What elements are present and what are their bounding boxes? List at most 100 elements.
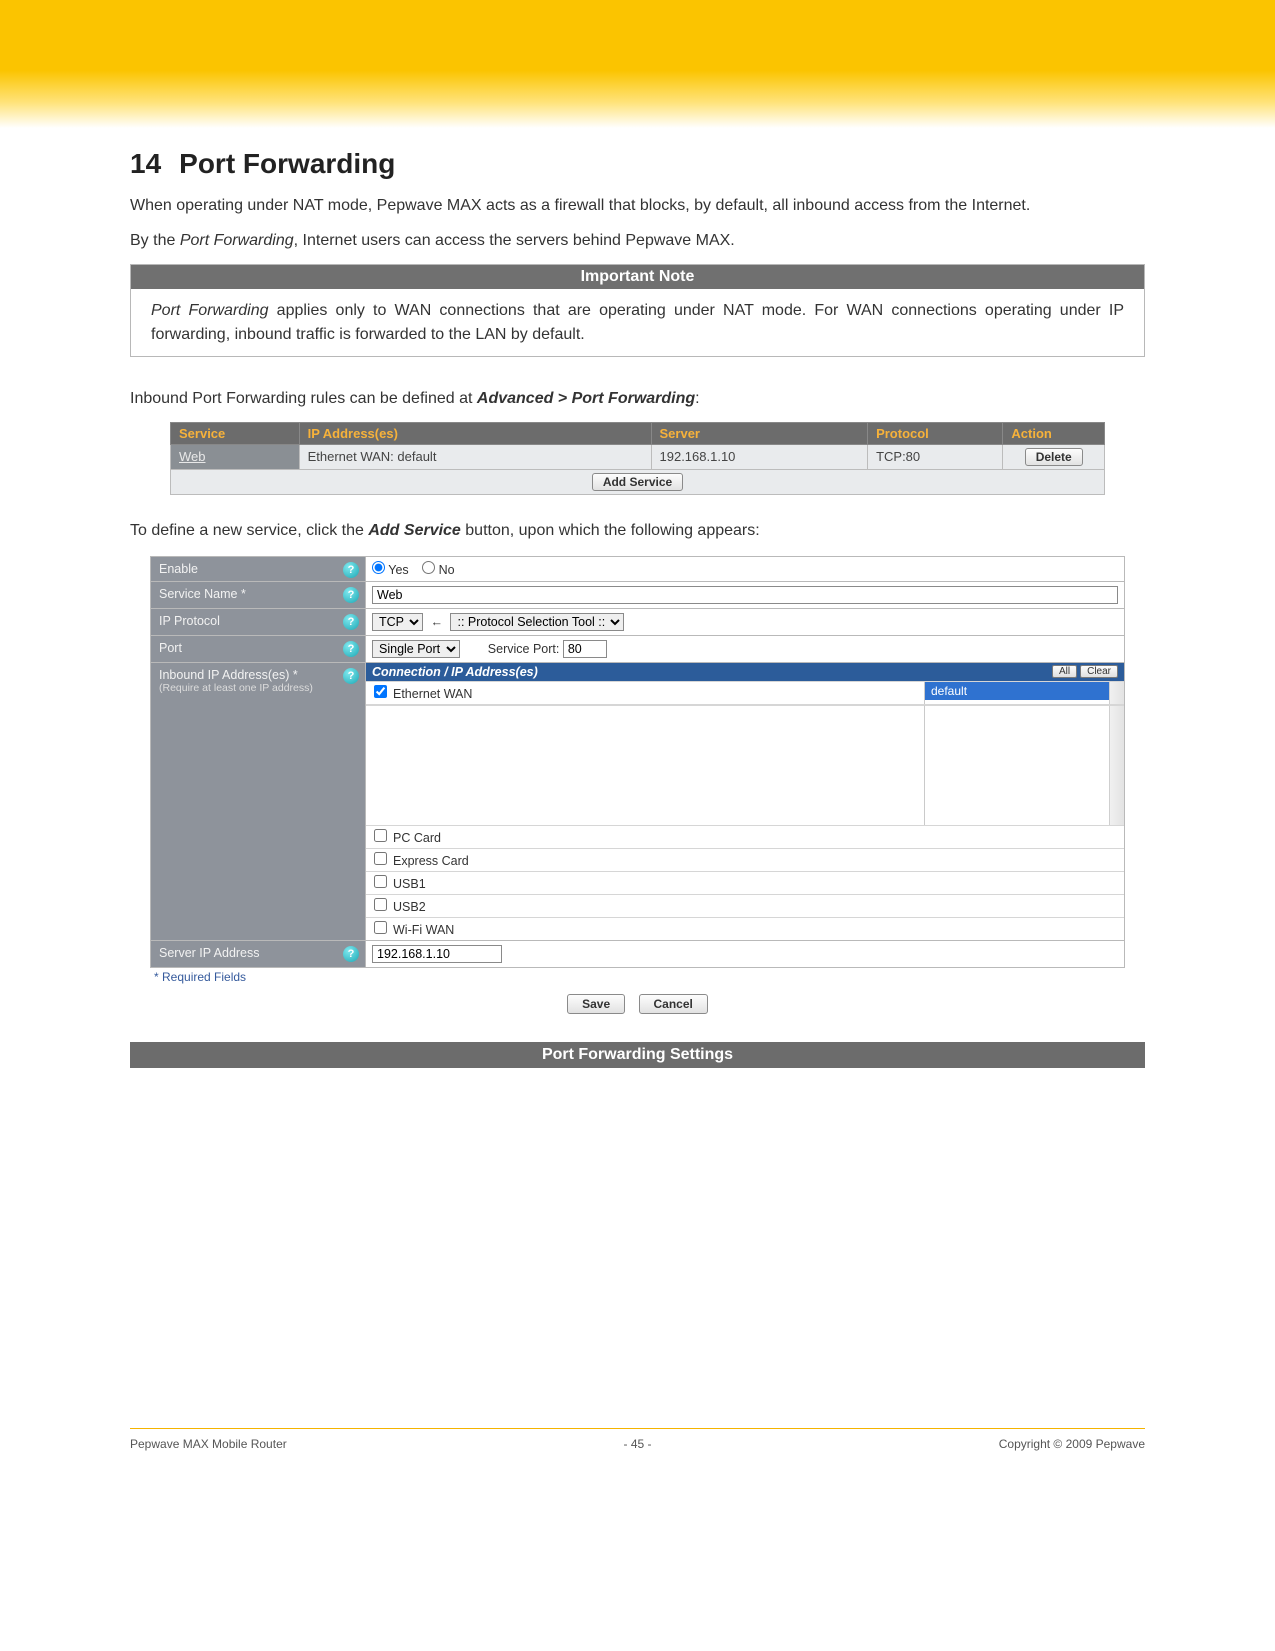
clear-button[interactable]: Clear	[1080, 665, 1118, 678]
pc-card-checkbox[interactable]	[374, 829, 387, 842]
add-service-button[interactable]: Add Service	[592, 473, 683, 491]
label-ip-protocol: IP Protocol ?	[151, 609, 366, 636]
note-header: Important Note	[131, 265, 1144, 289]
label-service-name: Service Name * ?	[151, 582, 366, 609]
connection-main-row: Ethernet WAN default	[366, 681, 1124, 704]
section-heading: 14 Port Forwarding	[130, 148, 1145, 180]
label-service-name-text: Service Name *	[159, 587, 246, 601]
rules-table: Service IP Address(es) Server Protocol A…	[170, 422, 1105, 495]
save-button[interactable]: Save	[567, 994, 625, 1014]
required-fields-note: * Required Fields	[150, 968, 1125, 984]
service-name-input[interactable]	[372, 586, 1118, 604]
p4-b: Add Service	[368, 522, 460, 539]
label-inbound-text: Inbound IP Address(es) *	[159, 668, 298, 682]
server-ip-input[interactable]	[372, 945, 502, 963]
intro-paragraph-1: When operating under NAT mode, Pepwave M…	[130, 194, 1145, 217]
important-note-box: Important Note Port Forwarding applies o…	[130, 264, 1145, 356]
th-server: Server	[651, 422, 868, 444]
connection-listbox[interactable]: default	[924, 682, 1124, 704]
delete-button[interactable]: Delete	[1025, 448, 1083, 466]
connection-main-left: Ethernet WAN	[366, 682, 924, 704]
label-server-ip: Server IP Address ?	[151, 941, 366, 968]
rules-data-row: Web Ethernet WAN: default 192.168.1.10 T…	[171, 444, 1105, 469]
note-body-em: Port Forwarding	[151, 302, 269, 319]
p3-a: Inbound Port Forwarding rules can be def…	[130, 390, 477, 407]
cancel-button[interactable]: Cancel	[639, 994, 708, 1014]
radio-yes[interactable]	[372, 561, 385, 574]
ethernet-wan-label: Ethernet WAN	[393, 687, 472, 701]
th-protocol: Protocol	[868, 422, 1003, 444]
p2-b: , Internet users can access the servers …	[294, 232, 735, 249]
th-service: Service	[171, 422, 300, 444]
connection-item-usb2: USB2	[366, 894, 1124, 917]
page-content: 14 Port Forwarding When operating under N…	[0, 128, 1275, 1068]
rule-protocol: TCP:80	[868, 444, 1003, 469]
th-action: Action	[1003, 422, 1105, 444]
connection-listbox-spacer	[924, 705, 1124, 825]
rules-header-row: Service IP Address(es) Server Protocol A…	[171, 422, 1105, 444]
scrollbar[interactable]	[1109, 706, 1124, 825]
label-enable: Enable ?	[151, 557, 366, 582]
connection-panel-header: Connection / IP Address(es) Clear All	[366, 663, 1124, 681]
form-wrap: Enable ? Yes No Service Name * ?	[130, 556, 1145, 1024]
protocol-select[interactable]: TCP	[372, 613, 423, 631]
pc-card-label: PC Card	[393, 831, 441, 845]
connection-item-pc-card: PC Card	[366, 825, 1124, 848]
connection-item-express-card: Express Card	[366, 848, 1124, 871]
usb1-label: USB1	[393, 877, 426, 891]
page-footer: Pepwave MAX Mobile Router - 45 - Copyrig…	[130, 1428, 1145, 1451]
help-icon[interactable]: ?	[343, 668, 359, 684]
scrollbar[interactable]	[1109, 682, 1124, 704]
all-button[interactable]: All	[1052, 665, 1077, 678]
footer-right: Copyright © 2009 Pepwave	[999, 1437, 1145, 1451]
connection-selected-item[interactable]: default	[925, 682, 1124, 700]
rule-server: 192.168.1.10	[651, 444, 868, 469]
th-ip: IP Address(es)	[299, 422, 651, 444]
port-type-select[interactable]: Single Port	[372, 640, 460, 658]
label-inbound-sub: (Require at least one IP address)	[159, 682, 357, 695]
section-title-text: Port Forwarding	[179, 148, 395, 179]
radio-no[interactable]	[422, 561, 435, 574]
add-service-intro: To define a new service, click the Add S…	[130, 519, 1145, 542]
rules-intro: Inbound Port Forwarding rules can be def…	[130, 387, 1145, 410]
label-port: Port ?	[151, 636, 366, 663]
help-icon[interactable]: ?	[343, 562, 359, 578]
settings-header-bar: Port Forwarding Settings	[130, 1042, 1145, 1068]
connection-spacer-row	[366, 704, 1124, 825]
note-body: Port Forwarding applies only to WAN conn…	[131, 289, 1144, 355]
connection-item-usb1: USB1	[366, 871, 1124, 894]
footer-page-number: - 45 -	[623, 1437, 651, 1451]
ethernet-wan-checkbox[interactable]	[374, 685, 387, 698]
value-enable: Yes No	[366, 557, 1125, 582]
value-service-name	[366, 582, 1125, 609]
rules-table-wrap: Service IP Address(es) Server Protocol A…	[130, 422, 1145, 495]
help-icon[interactable]: ?	[343, 641, 359, 657]
section-number: 14	[130, 148, 161, 179]
p2-em: Port Forwarding	[180, 232, 294, 249]
label-port-text: Port	[159, 641, 182, 655]
service-form: Enable ? Yes No Service Name * ?	[150, 556, 1125, 968]
rule-service-link[interactable]: Web	[171, 444, 300, 469]
label-server-ip-text: Server IP Address	[159, 946, 260, 960]
wifi-wan-checkbox[interactable]	[374, 921, 387, 934]
service-port-input[interactable]	[563, 640, 607, 658]
value-port: Single Port Service Port:	[366, 636, 1125, 663]
save-cancel-row: Save Cancel	[150, 984, 1125, 1024]
help-icon[interactable]: ?	[343, 614, 359, 630]
usb2-checkbox[interactable]	[374, 898, 387, 911]
radio-no-label[interactable]: No	[422, 563, 454, 577]
protocol-tool-select[interactable]: :: Protocol Selection Tool ::	[450, 613, 624, 631]
connection-spacer	[366, 705, 924, 825]
radio-no-text: No	[439, 563, 455, 577]
rule-action-cell: Delete	[1003, 444, 1105, 469]
express-card-label: Express Card	[393, 854, 469, 868]
radio-yes-label[interactable]: Yes	[372, 563, 409, 577]
p3-c: :	[695, 390, 699, 407]
help-icon[interactable]: ?	[343, 946, 359, 962]
p2-a: By the	[130, 232, 180, 249]
usb1-checkbox[interactable]	[374, 875, 387, 888]
help-icon[interactable]: ?	[343, 587, 359, 603]
express-card-checkbox[interactable]	[374, 852, 387, 865]
page-top-banner	[0, 0, 1275, 128]
p4-a: To define a new service, click the	[130, 522, 368, 539]
